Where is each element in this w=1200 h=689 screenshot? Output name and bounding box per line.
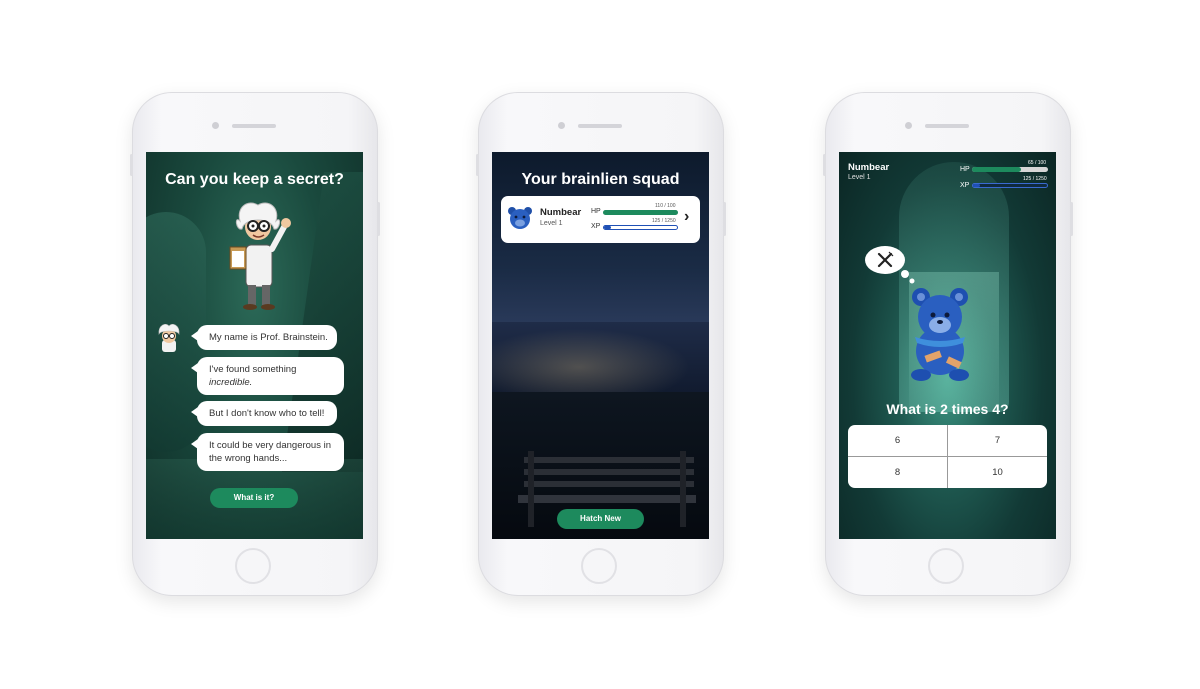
phone-frame-3: Numbear Level 1 65 / 100 HP 125 / 1250 X… [823, 92, 1073, 596]
camera [212, 122, 219, 129]
xp-bar [972, 183, 1048, 188]
camera [558, 122, 565, 129]
chat-bubble: But I don't know who to tell! [191, 401, 337, 426]
chat-message: the wrong hands... [209, 453, 288, 464]
home-button[interactable] [581, 548, 617, 584]
side-button [476, 154, 479, 176]
answer-option[interactable]: 7 [948, 425, 1047, 457]
fork-knife-icon [877, 251, 894, 268]
hp-bar [603, 210, 678, 215]
brainlien-name: Numbear [848, 162, 890, 173]
phone-frame-1: Can you keep a secret? My name is Prof. … [130, 92, 380, 596]
xp-label: XP [591, 223, 601, 230]
hp-bar-fill [972, 167, 1022, 172]
speaker [925, 124, 969, 128]
hp-value: 110 / 100 [655, 203, 676, 209]
chat-bubble: I've found something incredible. [191, 357, 344, 395]
xp-value: 125 / 1250 [1023, 176, 1047, 182]
question-text: What is 2 times 4? [886, 401, 1009, 417]
professor-avatar [158, 323, 180, 352]
numbear-character [911, 288, 969, 381]
answer-option[interactable]: 10 [948, 457, 1047, 488]
brainlien-card[interactable]: Numbear Level 1 110 / 100 HP 125 / 1250 … [501, 196, 700, 243]
home-button[interactable] [928, 548, 964, 584]
battle-screen: Numbear Level 1 65 / 100 HP 125 / 1250 X… [839, 152, 1056, 539]
screen-title: Your brainlien squad [521, 171, 680, 188]
xp-bar [603, 225, 678, 230]
hp-label: HP [591, 208, 601, 215]
what-is-it-button[interactable]: What is it? [210, 488, 298, 508]
side-button [130, 154, 133, 176]
side-button [823, 154, 826, 176]
chat-bubble: My name is Prof. Brainstein. [191, 325, 337, 350]
side-button [1070, 202, 1073, 236]
chat-message: I've found something [209, 364, 297, 375]
chevron-right-icon[interactable]: › [684, 208, 689, 226]
brainlien-level: Level 1 [540, 220, 563, 227]
chat-message-emphasis: incredible. [209, 377, 253, 388]
side-button [377, 202, 380, 236]
numbear-avatar [508, 207, 532, 229]
chat-message: But I don't know who to tell! [209, 408, 325, 419]
xp-value: 125 / 1250 [652, 218, 676, 224]
xp-label: XP [960, 182, 970, 189]
squad-screen: Your brainlien squad Numbear Level 1 110… [492, 152, 709, 539]
chat-message: My name is Prof. Brainstein. [209, 332, 328, 343]
professor-character [229, 202, 291, 310]
hp-bar [972, 167, 1048, 172]
screen-title: Can you keep a secret? [165, 171, 344, 188]
chat-bubble: It could be very dangerous in the wrong … [191, 433, 344, 471]
side-button [723, 202, 726, 236]
camera [905, 122, 912, 129]
phone-frame-2: Your brainlien squad Numbear Level 1 110… [476, 92, 726, 596]
hp-value: 65 / 100 [1028, 160, 1047, 166]
hatch-new-button[interactable]: Hatch New [557, 509, 644, 529]
speaker [578, 124, 622, 128]
brainlien-level: Level 1 [848, 174, 871, 181]
answer-grid: 6 7 8 10 [848, 425, 1047, 488]
xp-bar-fill [604, 226, 612, 229]
hp-bar-fill [603, 210, 678, 215]
chat-message: It could be very dangerous in [209, 440, 331, 451]
intro-screen: Can you keep a secret? My name is Prof. … [146, 152, 363, 539]
home-button[interactable] [235, 548, 271, 584]
brainlien-name: Numbear [540, 207, 582, 218]
speaker [232, 124, 276, 128]
hp-label: HP [960, 166, 970, 173]
xp-bar-fill [973, 184, 981, 187]
answer-option[interactable]: 8 [848, 457, 948, 488]
answer-option[interactable]: 6 [848, 425, 948, 457]
